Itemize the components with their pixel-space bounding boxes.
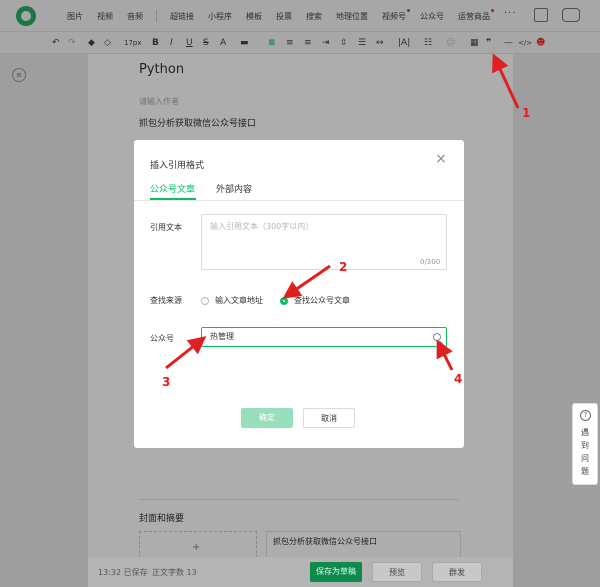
help-text: 遇到问题: [581, 428, 589, 476]
annotation-2: 2: [339, 260, 348, 274]
bottom-bar: 13:32 已保存 正文字数 13 保存为草稿 预览 群发: [88, 557, 513, 587]
question-icon: ?: [580, 410, 591, 421]
quote-text-label: 引用文本: [150, 223, 182, 232]
tab-external-content[interactable]: 外部内容: [216, 184, 252, 196]
char-counter: 0/300: [420, 258, 441, 266]
preview-button[interactable]: 预览: [372, 562, 422, 582]
radio-circle[interactable]: [201, 296, 209, 305]
insert-quote-dialog: 插入引用格式 × 公众号文章 外部内容 引用文本 输入引用文本（300字以内） …: [134, 140, 464, 448]
source-label: 查找来源: [150, 296, 182, 305]
saved-status: 13:32 已保存: [98, 568, 148, 577]
radio-article-url[interactable]: 输入文章地址: [201, 295, 263, 306]
publish-button[interactable]: 群发: [432, 562, 482, 582]
radio-search-account[interactable]: 查找公众号文章: [280, 295, 350, 306]
dialog-title: 插入引用格式: [150, 161, 205, 171]
search-icon[interactable]: [433, 333, 441, 341]
save-draft-button[interactable]: 保存为草稿: [310, 562, 362, 582]
annotation-3: 3: [162, 375, 171, 389]
help-widget[interactable]: ? 遇到问题: [572, 403, 598, 485]
account-label: 公众号: [150, 334, 174, 343]
tab-divider: [134, 200, 464, 201]
tab-wechat-article[interactable]: 公众号文章: [150, 184, 195, 196]
account-search-input[interactable]: 热管理: [201, 327, 447, 347]
close-icon[interactable]: ×: [434, 152, 448, 166]
annotation-1: 1: [522, 106, 531, 120]
radio-search-account-label: 查找公众号文章: [294, 296, 350, 305]
word-count: 正文字数 13: [152, 568, 197, 577]
quote-text-input[interactable]: 输入引用文本（300字以内）: [201, 214, 447, 270]
radio-article-url-label: 输入文章地址: [215, 296, 263, 305]
confirm-button[interactable]: 确定: [241, 408, 293, 428]
annotation-4: 4: [454, 372, 463, 386]
radio-circle-selected[interactable]: [280, 296, 288, 305]
cancel-button[interactable]: 取消: [303, 408, 355, 428]
